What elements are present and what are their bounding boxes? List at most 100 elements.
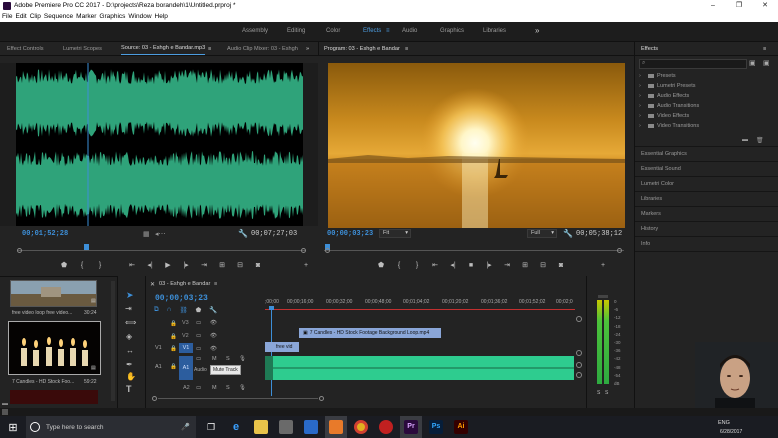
recorder-icon[interactable] bbox=[375, 416, 397, 438]
mute-a1-button[interactable]: M bbox=[212, 356, 217, 362]
track-lock-v1[interactable]: 🔒 bbox=[170, 346, 177, 352]
play-icon[interactable]: ▶ bbox=[159, 261, 177, 269]
workspace-tab-effects[interactable]: Effects bbox=[363, 28, 381, 34]
razor-tool-icon[interactable]: ◈ bbox=[126, 332, 132, 341]
task-view-icon[interactable]: ❐ bbox=[200, 416, 222, 438]
track-eye-v1[interactable]: 👁 bbox=[210, 346, 217, 352]
microphone-icon[interactable]: 🎤 bbox=[181, 423, 190, 431]
track-lock-v2[interactable]: 🔒 bbox=[170, 334, 177, 340]
voiceover-a2-icon[interactable]: 🎙 bbox=[239, 385, 246, 391]
new-custom-bin-icon[interactable]: ▬ bbox=[742, 137, 748, 143]
file-explorer-icon[interactable] bbox=[250, 416, 272, 438]
track-sync-v1[interactable]: ▭ bbox=[196, 346, 201, 352]
program-wrench-icon[interactable]: 🔧 bbox=[563, 229, 573, 238]
accelerated-effects-icon[interactable]: ▣ bbox=[763, 59, 770, 67]
program-add-button-icon[interactable]: + bbox=[594, 262, 612, 269]
hand-tool-icon[interactable]: ✋ bbox=[126, 372, 136, 381]
menu-sequence[interactable]: Sequence bbox=[44, 12, 73, 22]
program-export-frame-icon[interactable]: ◙ bbox=[552, 262, 570, 269]
maximize-button[interactable]: ❐ bbox=[726, 0, 752, 12]
track-select-tool-icon[interactable]: ⇥ bbox=[125, 304, 132, 313]
track-lock-v3[interactable]: 🔒 bbox=[170, 321, 177, 327]
workspace-tab-assembly[interactable]: Assembly bbox=[242, 28, 268, 34]
wrench-icon[interactable]: 🔧 bbox=[238, 229, 248, 238]
source-more-icon[interactable]: » bbox=[306, 42, 309, 56]
effects-menu-icon[interactable]: ≡ bbox=[763, 42, 766, 56]
minimize-button[interactable]: – bbox=[700, 0, 726, 12]
timeline-zoom-scrollbar[interactable] bbox=[152, 396, 324, 402]
snap-icon[interactable]: ∩ bbox=[167, 306, 172, 314]
defender-icon[interactable] bbox=[300, 416, 322, 438]
project-thumb-partial[interactable] bbox=[10, 390, 98, 404]
slip-tool-icon[interactable]: ↔ bbox=[126, 346, 134, 355]
add-button-icon[interactable]: + bbox=[297, 262, 315, 269]
program-menu-icon[interactable]: ≡ bbox=[405, 42, 408, 56]
workspace-menu-icon[interactable]: ≡ bbox=[386, 28, 390, 34]
workspace-tab-graphics[interactable]: Graphics bbox=[440, 28, 464, 34]
delete-icon[interactable]: 🗑 bbox=[756, 137, 764, 144]
program-time-ruler[interactable] bbox=[324, 244, 624, 256]
chrome-icon[interactable] bbox=[350, 416, 372, 438]
section-info[interactable]: Info bbox=[641, 241, 650, 247]
clip-free-video[interactable]: free vid bbox=[265, 342, 299, 352]
drag-audio-icon[interactable]: ◂⋯ bbox=[155, 230, 166, 238]
timeline-ruler[interactable]: ;00;00 00;00;16;00 00;00;32;00 00;00;48;… bbox=[265, 299, 575, 310]
clip-7-candles[interactable]: ▣ 7 Candles - HD Stock Footage Background… bbox=[299, 328, 441, 338]
source-time-ruler[interactable] bbox=[17, 244, 306, 256]
solo-a1-button[interactable]: S bbox=[226, 356, 230, 362]
audio-clip-a1[interactable] bbox=[265, 356, 574, 380]
effects-item-video-transitions[interactable]: › Video Transitions bbox=[639, 123, 699, 129]
track-eye-v2[interactable]: 👁 bbox=[210, 333, 217, 339]
section-history[interactable]: History bbox=[641, 226, 658, 232]
mark-in-icon[interactable]: { bbox=[73, 262, 91, 269]
ripple-edit-tool-icon[interactable]: ⟺ bbox=[125, 318, 136, 327]
timeline-timecode[interactable]: 00;00;03;23 bbox=[155, 294, 208, 303]
stop-icon[interactable]: ■ bbox=[462, 262, 480, 269]
windows-start-icon[interactable]: ⊞ bbox=[2, 416, 24, 438]
export-frame-icon[interactable]: ◙ bbox=[249, 262, 267, 269]
menu-help[interactable]: Help bbox=[155, 12, 168, 22]
taskbar-date[interactable]: 6/28/2017 bbox=[720, 429, 742, 435]
effects-item-video-effects[interactable]: › Video Effects bbox=[639, 113, 689, 119]
lock-icon[interactable]: ▬ bbox=[2, 401, 8, 407]
track-sync-v2[interactable]: ▭ bbox=[196, 333, 201, 339]
taskbar-search-box[interactable]: Type here to search 🎤 bbox=[26, 416, 196, 438]
tab-audio-clip-mixer[interactable]: Audio Clip Mixer: 03 - Eshgh bbox=[227, 42, 298, 56]
source-patch-v1[interactable]: V1 bbox=[155, 345, 162, 351]
menu-window[interactable]: Window bbox=[128, 12, 151, 22]
playback-quality-select[interactable]: Full ▾ bbox=[527, 229, 557, 238]
menu-marker[interactable]: Marker bbox=[76, 12, 96, 22]
source-settings-icon[interactable]: ▦ bbox=[143, 230, 150, 238]
paint-app-icon[interactable] bbox=[325, 416, 347, 438]
program-step-back-icon[interactable]: ◂| bbox=[444, 261, 462, 269]
project-thumb-free-video[interactable] bbox=[10, 280, 97, 307]
project-scrollbar[interactable] bbox=[111, 281, 115, 401]
workspace-tab-audio[interactable]: Audio bbox=[402, 28, 417, 34]
extract-icon[interactable]: ⊟ bbox=[534, 261, 552, 269]
track-name-a1[interactable]: A1 bbox=[179, 356, 193, 380]
program-go-to-out-icon[interactable]: ⇥ bbox=[498, 261, 516, 269]
effects-item-presets[interactable]: › Presets bbox=[639, 73, 676, 79]
photoshop-taskbar-icon[interactable]: Ps bbox=[425, 416, 447, 438]
timeline-vertical-scroll[interactable] bbox=[576, 316, 582, 401]
timeline-close-icon[interactable]: ✕ bbox=[150, 281, 155, 288]
tab-lumetri-scopes[interactable]: Lumetri Scopes bbox=[63, 42, 102, 56]
effects-search-input[interactable]: ⌕ bbox=[639, 59, 747, 69]
program-title[interactable]: Program: 03 - Eshgh e Bandar bbox=[324, 42, 400, 56]
solo-right-button[interactable]: S bbox=[605, 390, 608, 396]
track-name-v1[interactable]: V1 bbox=[179, 343, 193, 353]
more-workspaces-button[interactable]: » bbox=[535, 26, 539, 35]
new-bin-icon[interactable]: ▣ bbox=[749, 59, 756, 67]
language-indicator[interactable]: ENG bbox=[718, 420, 730, 426]
selection-tool-icon[interactable]: ➤ bbox=[126, 290, 134, 301]
lift-icon[interactable]: ⊞ bbox=[516, 261, 534, 269]
program-step-forward-icon[interactable]: |▸ bbox=[480, 261, 498, 269]
close-button[interactable]: ✕ bbox=[752, 0, 778, 12]
step-forward-icon[interactable]: |▸ bbox=[177, 261, 195, 269]
type-tool-icon[interactable]: T bbox=[126, 384, 132, 394]
section-libraries[interactable]: Libraries bbox=[641, 196, 662, 202]
menu-file[interactable]: File bbox=[2, 12, 12, 22]
go-to-in-icon[interactable]: ⇤ bbox=[123, 261, 141, 269]
voiceover-a1-icon[interactable]: 🎙 bbox=[239, 356, 246, 362]
track-sync-v3[interactable]: ▭ bbox=[196, 320, 201, 326]
